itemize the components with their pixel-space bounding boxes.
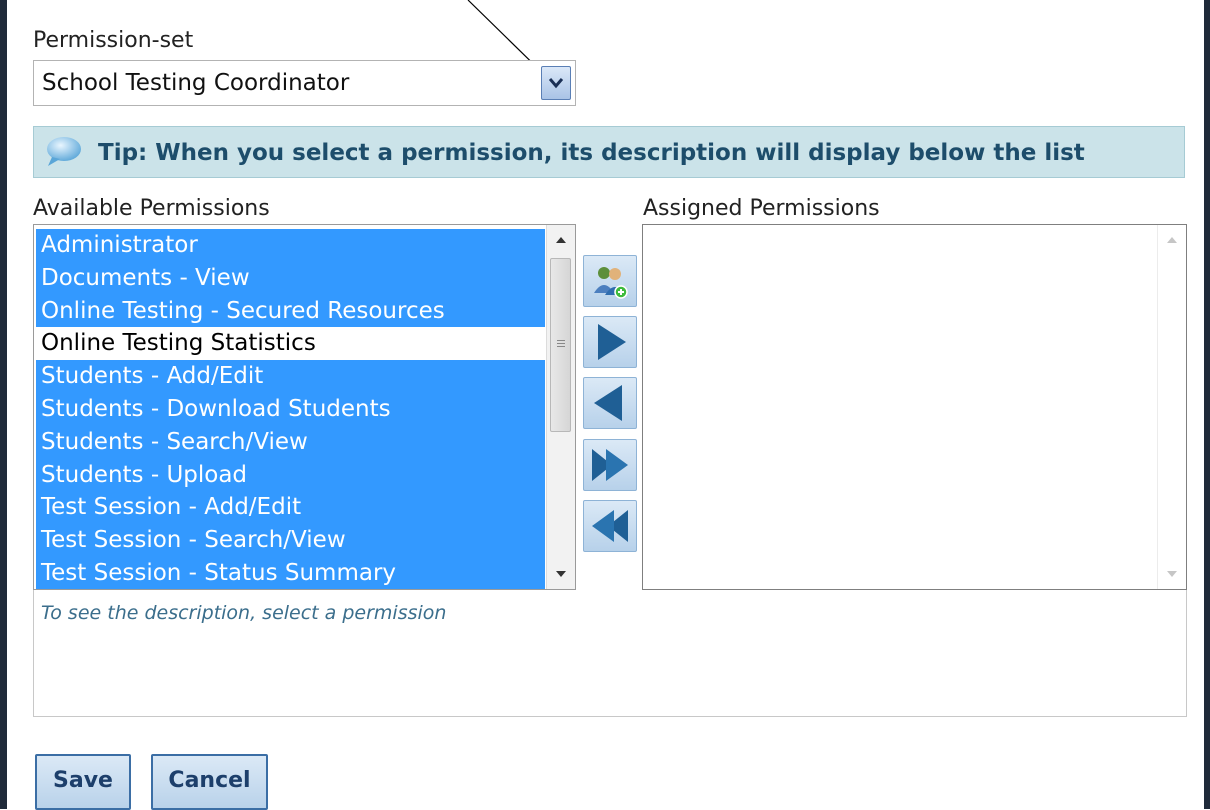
scroll-down-arrow-icon[interactable] [556, 571, 566, 577]
tip-banner: Tip: When you select a permission, its d… [33, 126, 1185, 178]
arrow-right-icon [598, 324, 626, 360]
users-add-icon [594, 267, 628, 299]
available-permissions-items: Administrator Documents - View Online Test… [36, 229, 545, 589]
permission-option[interactable]: Students - Search/View [36, 425, 545, 459]
speech-bubble-icon [42, 135, 86, 173]
assigned-permissions-label: Assigned Permissions [643, 196, 880, 221]
window-frame-left [0, 0, 7, 809]
permission-option[interactable]: Administrator [36, 229, 545, 262]
permission-option[interactable]: Documents - View [36, 261, 545, 295]
arrow-left-icon [594, 385, 622, 421]
available-permissions-list[interactable]: Administrator Documents - View Online Test… [33, 224, 576, 590]
scroll-up-arrow-icon[interactable] [556, 237, 566, 243]
available-permissions-label: Available Permissions [33, 196, 270, 221]
permission-set-label: Permission-set [33, 28, 194, 53]
permission-option[interactable]: Online Testing - Secured Resources [36, 294, 545, 328]
permission-option[interactable]: Test Session - Add/Edit [36, 491, 545, 525]
cancel-button[interactable]: Cancel [151, 754, 268, 810]
move-all-right-button[interactable] [583, 439, 637, 491]
permission-description-box: To see the description, select a permiss… [33, 590, 1187, 717]
permission-option[interactable]: Students - Download Students [36, 392, 545, 426]
permission-set-select[interactable]: School Testing Coordinator [33, 60, 576, 106]
permission-option[interactable]: Test Session - Status Summary [36, 556, 545, 589]
assigned-permissions-list[interactable] [642, 224, 1187, 590]
save-button[interactable]: Save [35, 754, 131, 810]
scrollbar-grip-icon [557, 340, 565, 349]
chevron-down-icon[interactable] [541, 66, 571, 100]
assign-role-button[interactable] [583, 255, 637, 307]
tip-text: Tip: When you select a permission, its d… [98, 140, 1085, 166]
scroll-down-arrow-icon[interactable] [1167, 571, 1177, 577]
description-placeholder: To see the description, select a permiss… [41, 602, 447, 624]
permission-option[interactable]: Students - Upload [36, 458, 545, 492]
double-arrow-right-icon [592, 449, 628, 481]
move-left-button[interactable] [583, 377, 637, 429]
move-all-left-button[interactable] [583, 500, 637, 552]
permission-set-value: School Testing Coordinator [42, 70, 350, 96]
window-frame-right [1204, 0, 1210, 809]
available-list-scrollbar[interactable] [546, 225, 575, 589]
permission-option[interactable]: Students - Add/Edit [36, 360, 545, 393]
permission-option[interactable]: Test Session - Search/View [36, 524, 545, 557]
permission-option[interactable]: Online Testing Statistics [36, 327, 545, 361]
double-arrow-left-icon [592, 510, 628, 542]
assigned-list-scrollbar[interactable] [1157, 225, 1186, 589]
scroll-up-arrow-icon[interactable] [1167, 237, 1177, 243]
scrollbar-thumb[interactable] [550, 258, 571, 432]
move-right-button[interactable] [583, 316, 637, 368]
